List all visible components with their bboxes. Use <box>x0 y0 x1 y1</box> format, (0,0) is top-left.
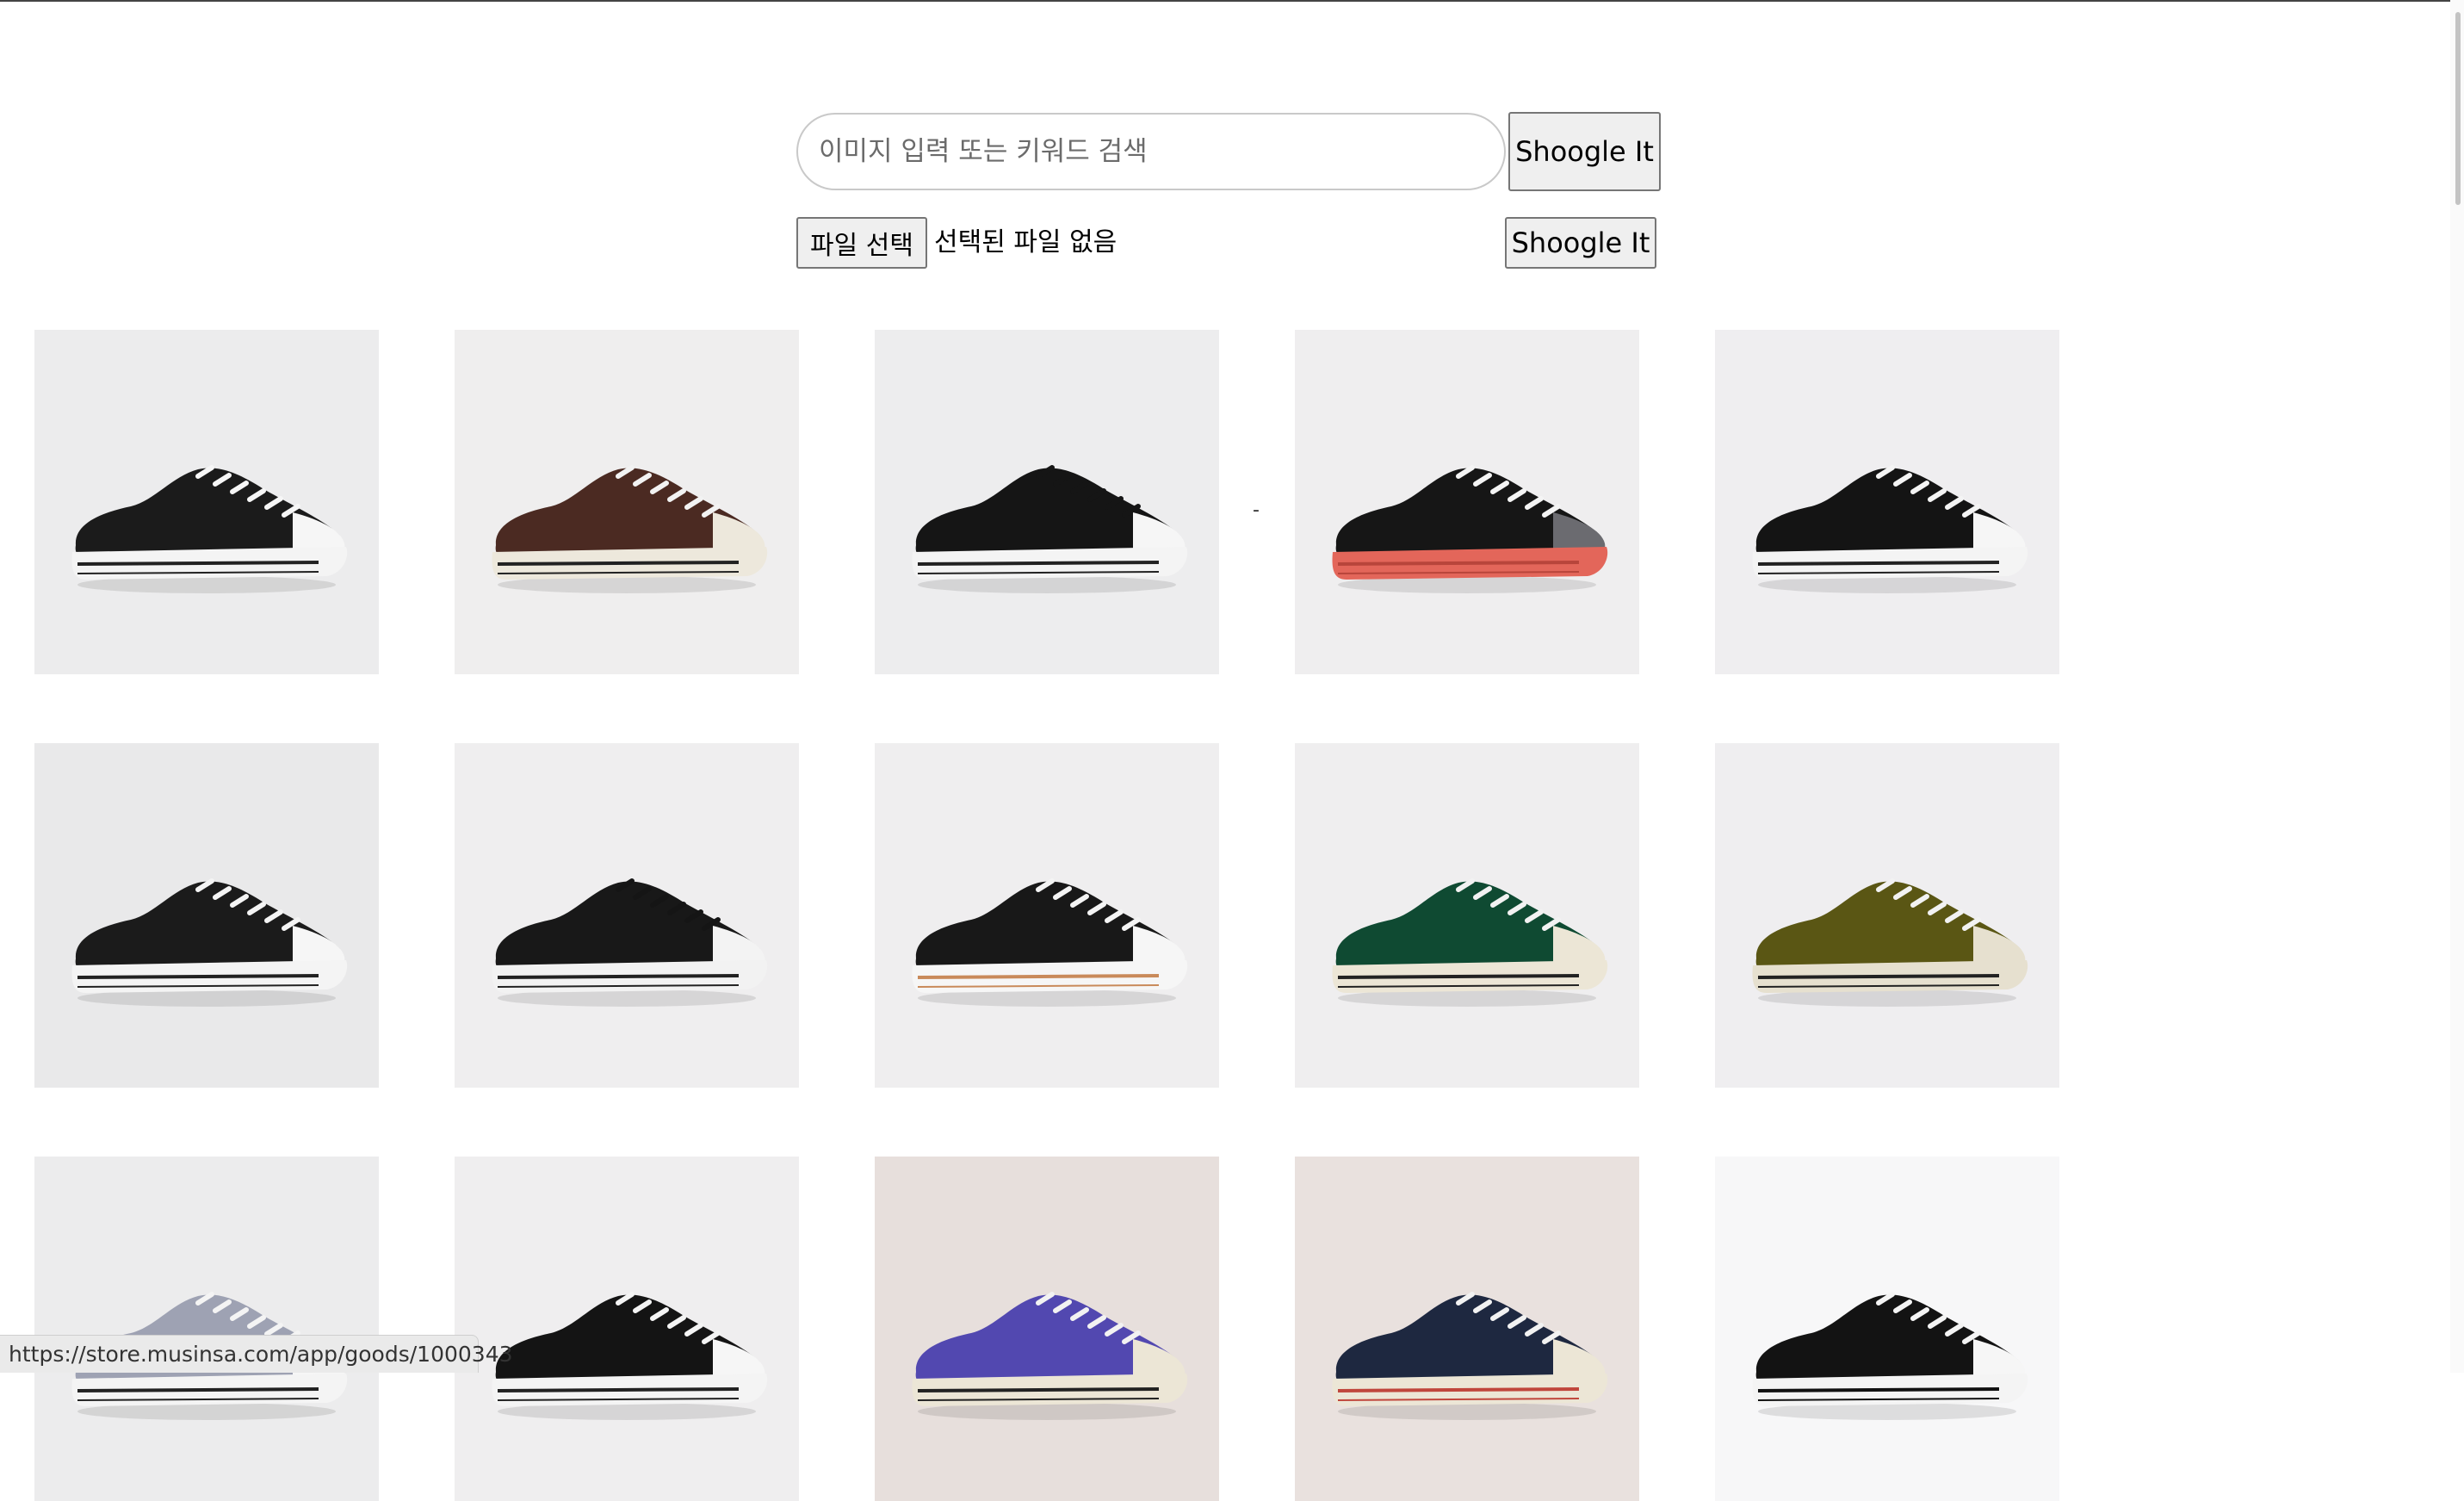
product-navy-pattern-low-top-image <box>1295 1157 1639 1501</box>
product-card[interactable] <box>455 743 799 1088</box>
product-black-white-low-top-image <box>1715 1157 2059 1501</box>
product-card[interactable] <box>34 743 379 1088</box>
product-card[interactable] <box>1295 1157 1639 1501</box>
product-card[interactable] <box>875 743 1219 1088</box>
product-card[interactable] <box>875 1157 1219 1501</box>
product-card[interactable] <box>1715 330 2059 674</box>
product-black-platform-image <box>455 743 799 1088</box>
product-black-slip-on-image <box>875 330 1219 674</box>
product-card[interactable] <box>1715 1157 2059 1501</box>
scrollbar-track[interactable] <box>2450 0 2464 1373</box>
product-black-shoreline-image <box>34 743 379 1088</box>
product-green-low-top-image <box>1295 743 1639 1088</box>
file-upload-row: 파일 선택 선택된 파일 없음 Shoogle It <box>796 217 1657 269</box>
top-border <box>0 0 2464 2</box>
product-grey-low-top-image <box>34 1157 379 1501</box>
separator-dash: - <box>1253 499 1260 521</box>
product-card[interactable] <box>1295 330 1639 674</box>
product-black-move-platform-image <box>875 743 1219 1088</box>
product-black-low-top-2-image <box>455 1157 799 1501</box>
product-black-translucent-red-sole-image <box>1295 330 1639 674</box>
image-search-button[interactable]: Shoogle It <box>1505 217 1656 269</box>
product-card[interactable] <box>1295 743 1639 1088</box>
product-black-low-top-image <box>34 330 379 674</box>
search-submit-button[interactable]: Shoogle It <box>1508 112 1661 191</box>
product-black-monochrome-low-top-image <box>1715 330 2059 674</box>
product-card[interactable] <box>875 330 1219 674</box>
choose-file-button[interactable]: 파일 선택 <box>796 217 927 269</box>
product-card[interactable] <box>455 330 799 674</box>
product-card[interactable] <box>455 1157 799 1501</box>
file-status-text: 선택된 파일 없음 <box>934 227 1117 257</box>
link-status-bar: https://store.musinsa.com/app/goods/1000… <box>0 1335 513 1373</box>
product-card[interactable] <box>34 1157 379 1501</box>
product-card[interactable] <box>34 330 379 674</box>
product-brown-low-top-image <box>455 330 799 674</box>
product-purple-low-top-image <box>875 1157 1219 1501</box>
scrollbar-thumb[interactable] <box>2455 12 2461 205</box>
product-card[interactable] <box>1715 743 2059 1088</box>
search-row: Shoogle It <box>796 112 1661 191</box>
search-input[interactable] <box>796 113 1506 190</box>
product-olive-low-top-image <box>1715 743 2059 1088</box>
